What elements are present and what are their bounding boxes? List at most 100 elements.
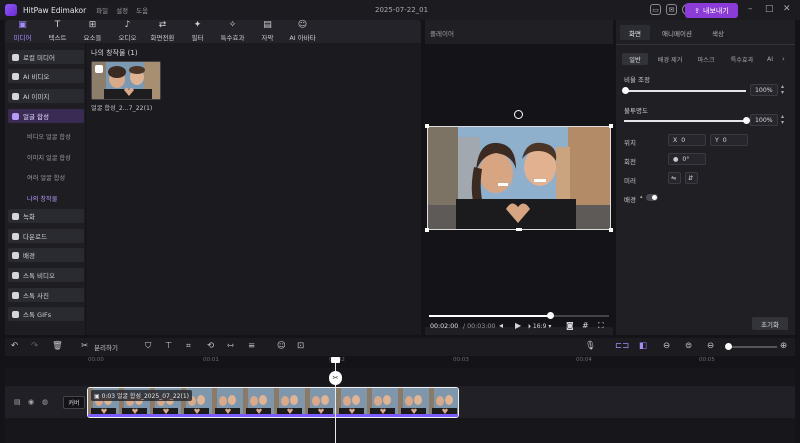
opacity-slider[interactable] — [624, 117, 750, 124]
crop-handle-bottom[interactable] — [516, 228, 522, 231]
scale-slider[interactable] — [622, 87, 746, 94]
tool-transition[interactable]: ⇄ 화면전환 — [145, 20, 180, 43]
scale-stepper-icon[interactable]: ▴ ▾ — [781, 84, 784, 96]
preview-image[interactable] — [427, 126, 611, 230]
reset-button[interactable]: 초기화 — [752, 317, 788, 330]
tab-animation[interactable]: 애니메이션 — [654, 25, 700, 40]
link-icon[interactable]: ⊖ — [663, 341, 670, 351]
pos-y-input[interactable]: Y 0 — [710, 134, 748, 146]
window-layout-icon[interactable]: ▭ — [650, 4, 661, 15]
subtab-ai[interactable]: AI — [764, 53, 776, 65]
nav-sub-my-creations[interactable]: 나의 창작물 — [27, 194, 57, 203]
nav-sub-video-face[interactable]: 비디오 얼굴 합성 — [27, 132, 71, 141]
cover-button[interactable]: 커버 — [63, 396, 85, 409]
media-thumbnail[interactable] — [91, 61, 161, 100]
tab-color[interactable]: 색상 — [704, 25, 732, 40]
zoom-slider-knob[interactable] — [725, 343, 732, 350]
nav-face-swap[interactable]: 얼굴 합성 — [8, 109, 84, 123]
crop-handle-tr[interactable] — [609, 124, 613, 128]
zoom-in-icon[interactable]: ⊕ — [780, 341, 787, 351]
track-mute-icon[interactable]: ◍ — [42, 398, 48, 406]
nav-stock-photo[interactable]: 스톡 사진 — [8, 288, 84, 302]
scale-slider-knob[interactable] — [622, 87, 629, 94]
rotate-handle-icon[interactable] — [514, 110, 523, 119]
group-icon[interactable]: ⊡ — [297, 341, 304, 351]
crop-handle-br[interactable] — [609, 228, 613, 232]
ratio-select[interactable]: ⏵ 16:9 ▾ — [528, 323, 551, 331]
volume-icon[interactable]: ◂ — [499, 321, 503, 330]
freeze-frame-icon[interactable]: ⟲ — [207, 341, 214, 351]
face-icon[interactable]: ☺ — [277, 341, 286, 351]
text-box-icon[interactable]: ⊤ — [165, 341, 172, 351]
subtab-effects[interactable]: 특수효과 — [724, 53, 760, 65]
rotate-input[interactable]: ● 0° — [668, 153, 706, 165]
mirror-vertical-icon[interactable]: ⇵ — [685, 172, 698, 184]
nav-ai-video[interactable]: AI 비디오 — [8, 69, 84, 83]
mirror-horizontal-icon[interactable]: ⇋ — [668, 172, 681, 184]
delete-icon[interactable]: 🗑 — [52, 341, 63, 351]
playhead[interactable] — [335, 357, 336, 443]
nav-ai-image[interactable]: AI 이미지 — [8, 89, 84, 103]
tool-subtitle[interactable]: ▤ 자막 — [250, 20, 285, 43]
nav-stock-video[interactable]: 스톡 비디오 — [8, 268, 84, 282]
redo-icon[interactable]: ↷ — [31, 341, 38, 351]
split-icon[interactable]: ✂ — [81, 341, 88, 351]
flip-icon[interactable]: ⇿ — [227, 341, 234, 351]
speed-icon[interactable]: ⊜ — [685, 341, 692, 351]
crop-handle-tl[interactable] — [425, 124, 429, 128]
tool-text[interactable]: T 텍스트 — [40, 20, 75, 43]
nav-sub-image-face[interactable]: 이미지 얼굴 합성 — [27, 153, 71, 162]
snapshot-icon[interactable]: ◙ — [566, 321, 574, 330]
playhead-scissor-icon[interactable]: ✂ — [329, 371, 342, 385]
tool-ai-avatar[interactable]: ☺ AI 아바타 — [285, 20, 320, 43]
nav-record[interactable]: 녹화 — [8, 209, 84, 223]
timeline-clip[interactable]: ▣ 0:03 얼굴 합성_2025_07_22(1) — [87, 387, 459, 418]
zoom-out-icon[interactable]: ⊖ — [707, 341, 714, 351]
feedback-icon[interactable]: ✉ — [666, 4, 677, 15]
nav-stock-gifs[interactable]: 스톡 GIFs — [8, 307, 84, 321]
track-visibility-icon[interactable]: ◉ — [28, 398, 34, 406]
subtab-general[interactable]: 일반 — [622, 53, 648, 65]
undo-icon[interactable]: ↶ — [11, 341, 18, 351]
zoom-slider[interactable] — [725, 343, 777, 350]
nav-download[interactable]: 다운로드 — [8, 229, 84, 243]
grid-icon[interactable]: # — [582, 321, 589, 330]
maximize-icon[interactable]: □ — [765, 5, 774, 14]
background-toggle[interactable] — [646, 194, 658, 201]
tool-effects[interactable]: ✧ 특수효과 — [215, 20, 250, 43]
microphone-icon[interactable]: 🎙 — [585, 341, 596, 351]
split-button[interactable]: 분리하기 — [94, 343, 118, 353]
nav-sub-multi-face[interactable]: 여러 얼굴 합성 — [27, 173, 65, 182]
nav-background[interactable]: 배경 — [8, 248, 84, 262]
adjust-icon[interactable]: ≡ — [248, 341, 255, 351]
tool-elements[interactable]: ⊞ 요소들 — [75, 20, 110, 43]
menu-file[interactable]: 파일 — [96, 5, 108, 15]
preview-scrubber[interactable] — [429, 312, 609, 319]
opacity-value-input[interactable]: 100% — [750, 114, 778, 126]
subtab-next-icon[interactable]: › — [782, 55, 785, 63]
shield-icon[interactable]: ⛉ — [145, 341, 151, 351]
play-button-icon[interactable]: ▶ — [515, 321, 521, 330]
export-button[interactable]: ⇪ 내보내기 — [685, 3, 738, 18]
menu-settings[interactable]: 설정 — [116, 5, 128, 15]
fullscreen-icon[interactable]: ⛶ — [598, 321, 604, 331]
snap-icon[interactable]: ⊏⊐ — [615, 341, 629, 351]
crop-icon[interactable]: ⌗ — [186, 341, 191, 351]
tool-media[interactable]: ▣ 미디어 — [5, 20, 40, 43]
nav-local-media[interactable]: 로컬 미디어 — [8, 50, 84, 64]
ripple-icon[interactable]: ◧ — [639, 341, 647, 351]
tool-audio[interactable]: ♪ 오디오 — [110, 20, 145, 43]
track-lock-icon[interactable]: ▤ — [14, 398, 21, 406]
opacity-slider-knob[interactable] — [743, 117, 750, 124]
subtab-mask[interactable]: 마스크 — [692, 53, 720, 65]
pos-x-input[interactable]: X 0 — [668, 134, 706, 146]
scale-value-input[interactable]: 100% — [750, 84, 778, 96]
menu-help[interactable]: 도움 — [136, 5, 148, 15]
minimize-icon[interactable]: – — [748, 5, 753, 14]
scrubber-knob[interactable] — [546, 312, 554, 319]
opacity-stepper-icon[interactable]: ▴ ▾ — [781, 114, 784, 126]
tab-screen[interactable]: 화면 — [620, 25, 650, 40]
tool-filter[interactable]: ✦ 필터 — [180, 20, 215, 43]
playhead-top[interactable] — [331, 357, 340, 363]
close-icon[interactable]: ✕ — [783, 5, 791, 14]
